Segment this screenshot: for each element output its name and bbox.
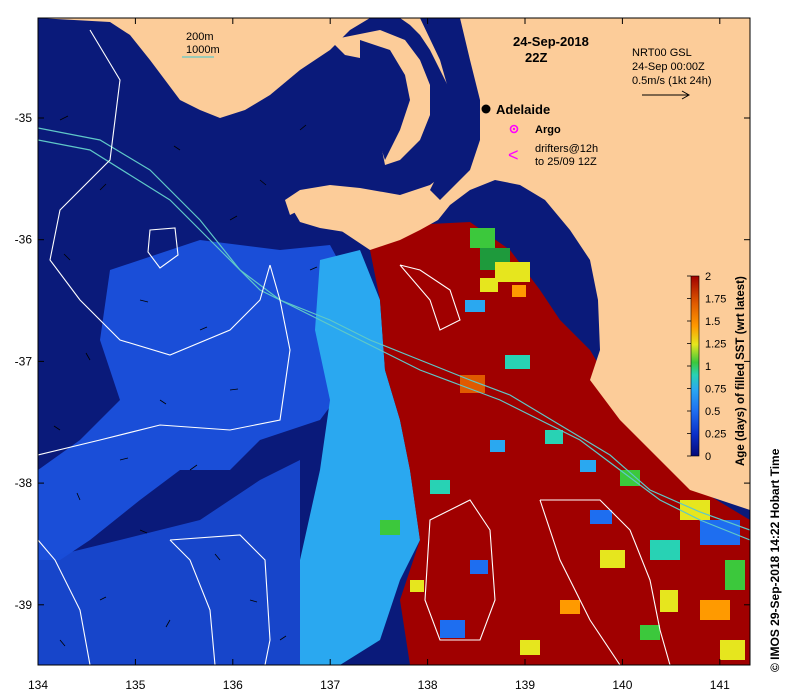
contour-label-1000m: 1000m xyxy=(186,44,220,56)
colorbar-tick-label: 1.25 xyxy=(705,339,726,351)
current-legend-time: 24-Sep 00:00Z xyxy=(632,61,705,73)
adelaide-marker xyxy=(481,104,491,114)
current-legend-scale: 0.5m/s (1kt 24h) xyxy=(632,75,711,87)
colorbar-tick-label: 0.75 xyxy=(705,384,726,396)
adelaide-label: Adelaide xyxy=(496,102,550,117)
argo-label: Argo xyxy=(535,124,561,136)
date-label: 24-Sep-2018 xyxy=(513,34,589,49)
colorbar-tick-label: 2 xyxy=(705,271,711,283)
x-tick-label: 139 xyxy=(515,678,535,692)
map-plot-area xyxy=(38,18,750,665)
y-tick-label: -37 xyxy=(15,354,33,368)
y-tick-label: -36 xyxy=(15,233,33,247)
drifters-label-line1: drifters@12h xyxy=(535,143,598,155)
colorbar-tick-label: 1 xyxy=(705,361,711,373)
x-tick-label: 135 xyxy=(125,678,145,692)
x-tick-label: 141 xyxy=(710,678,730,692)
x-tick-label: 140 xyxy=(612,678,632,692)
colorbar-gradient xyxy=(690,275,700,457)
drifter-symbol: < xyxy=(508,145,519,165)
x-tick-label: 134 xyxy=(28,678,48,692)
x-tick-label: 137 xyxy=(320,678,340,692)
current-legend-model: NRT00 GSL xyxy=(632,47,692,59)
drifters-label-line2: to 25/09 12Z xyxy=(535,156,597,168)
colorbar-tick-label: 0.5 xyxy=(705,406,720,418)
colorbar-tick-label: 1.5 xyxy=(705,316,720,328)
y-tick-label: -39 xyxy=(15,598,33,612)
y-tick-label: -35 xyxy=(15,111,33,125)
time-label: 22Z xyxy=(525,50,547,65)
contour-label-200m: 200m xyxy=(186,31,214,43)
colorbar-tick-label: 0 xyxy=(705,451,711,463)
x-tick-label: 138 xyxy=(418,678,438,692)
sst-age-map: 134 135 136 137 138 139 140 141 -35 -36 -37 -38 -39… xyxy=(15,17,782,692)
colorbar-title: Age (days) of filled SST (wrt latest) xyxy=(735,276,747,466)
imos-credit: © IMOS 29-Sep-2018 14:22 Hobart Time xyxy=(768,448,782,672)
x-tick-label: 136 xyxy=(223,678,243,692)
colorbar-tick-label: 1.75 xyxy=(705,294,726,306)
y-tick-label: -38 xyxy=(15,476,33,490)
colorbar-tick-label: 0.25 xyxy=(705,429,726,441)
